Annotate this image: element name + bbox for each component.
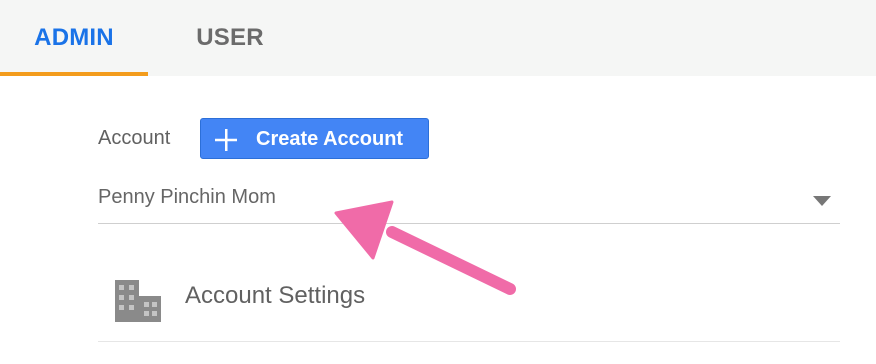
tab-bar: ADMIN USER: [0, 0, 876, 76]
account-settings-item[interactable]: Account Settings: [98, 258, 840, 342]
account-select[interactable]: Penny Pinchin Mom: [98, 176, 840, 224]
selected-account: Penny Pinchin Mom: [98, 186, 276, 208]
tab-admin[interactable]: ADMIN: [0, 0, 148, 76]
tab-user[interactable]: USER: [178, 0, 282, 76]
account-settings-label: Account Settings: [185, 282, 366, 309]
create-account-label: Create Account: [256, 128, 404, 150]
active-tab-indicator: [0, 72, 148, 76]
building-icon: [115, 280, 161, 327]
plus-icon: [214, 128, 238, 157]
create-account-button[interactable]: Create Account: [200, 118, 429, 159]
caret-down-icon: [812, 194, 832, 212]
account-label: Account: [98, 127, 171, 149]
